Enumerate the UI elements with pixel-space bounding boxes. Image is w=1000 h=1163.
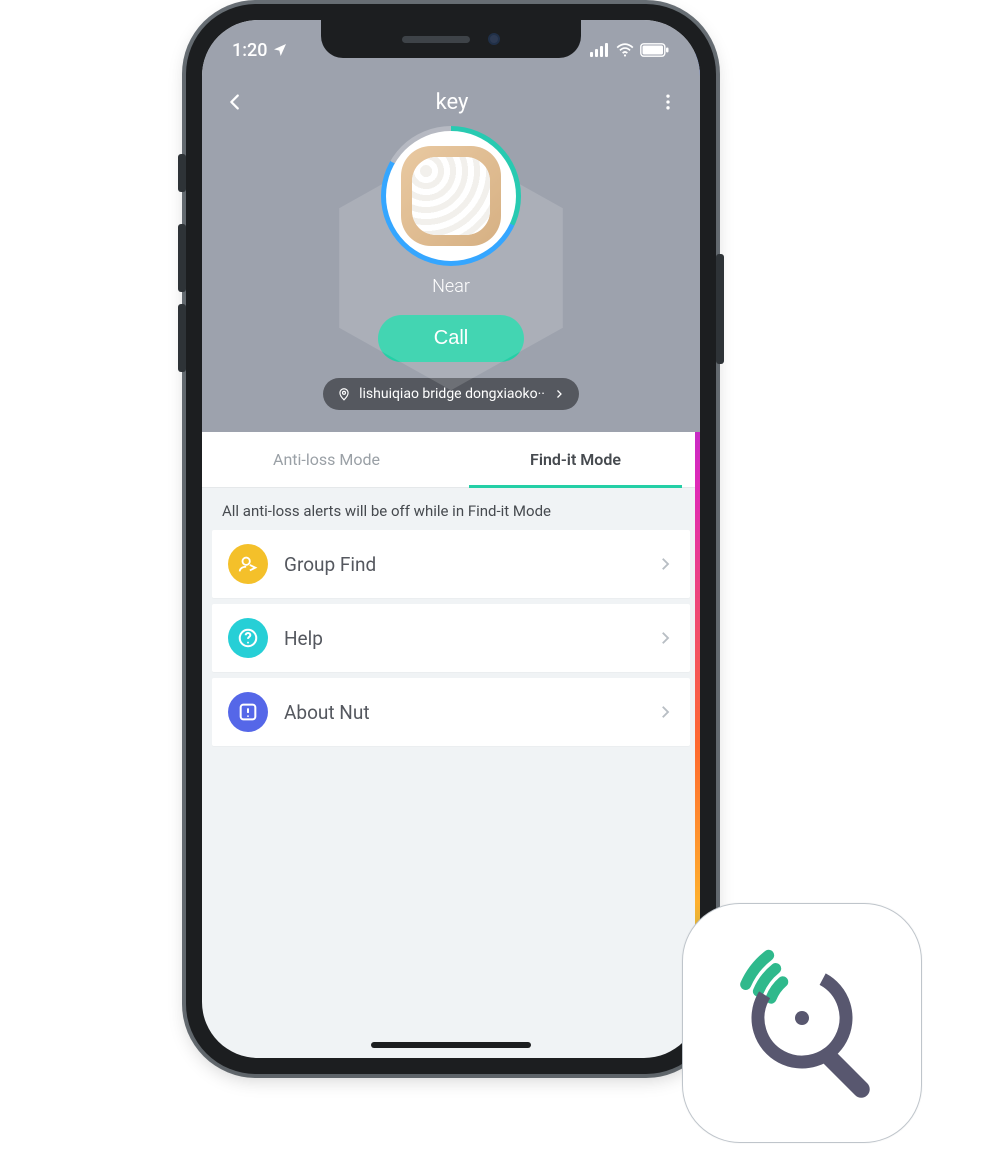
- notch: [321, 20, 581, 58]
- item-group-find[interactable]: Group Find: [212, 530, 690, 598]
- hero-section: key Near Call lishuiqiao bridge: [202, 20, 700, 432]
- settings-list: Group Find Help About Nut: [202, 530, 700, 772]
- item-help[interactable]: Help: [212, 604, 690, 672]
- nav-bar: key: [202, 82, 700, 122]
- cell-signal-icon: [590, 43, 610, 57]
- item-label: About Nut: [284, 701, 656, 724]
- mode-note: All anti-loss alerts will be off while i…: [202, 488, 700, 530]
- silence-switch: [178, 154, 186, 192]
- front-camera: [488, 33, 500, 45]
- proximity-ring: [381, 126, 521, 266]
- chevron-right-icon: [656, 629, 674, 647]
- speaker-grill: [402, 36, 470, 43]
- screen: 1:20 key: [202, 20, 700, 1058]
- chevron-right-icon: [656, 703, 674, 721]
- tab-anti-loss[interactable]: Anti-loss Mode: [202, 432, 451, 487]
- app-icon-overlay: [682, 903, 922, 1143]
- page-title: key: [246, 90, 658, 115]
- volume-up: [178, 224, 186, 292]
- more-icon[interactable]: [658, 92, 678, 112]
- status-time: 1:20: [232, 40, 267, 61]
- tab-find-it[interactable]: Find-it Mode: [451, 432, 700, 487]
- about-icon: [228, 692, 268, 732]
- find-app-icon: [717, 938, 887, 1108]
- phone-frame: 1:20 key: [186, 4, 716, 1074]
- back-icon[interactable]: [224, 91, 246, 113]
- home-indicator[interactable]: [371, 1042, 531, 1048]
- device-avatar: [381, 126, 521, 266]
- item-label: Group Find: [284, 553, 656, 576]
- battery-icon: [640, 43, 670, 57]
- help-icon: [228, 618, 268, 658]
- mode-tabs: Anti-loss Mode Find-it Mode: [202, 432, 700, 488]
- item-label: Help: [284, 627, 656, 650]
- wifi-icon: [615, 43, 635, 57]
- tracker-image: [401, 146, 501, 246]
- location-arrow-icon: [272, 42, 288, 58]
- chevron-right-icon: [656, 555, 674, 573]
- group-find-icon: [228, 544, 268, 584]
- volume-down: [178, 304, 186, 372]
- power-button: [716, 254, 724, 364]
- item-about[interactable]: About Nut: [212, 678, 690, 746]
